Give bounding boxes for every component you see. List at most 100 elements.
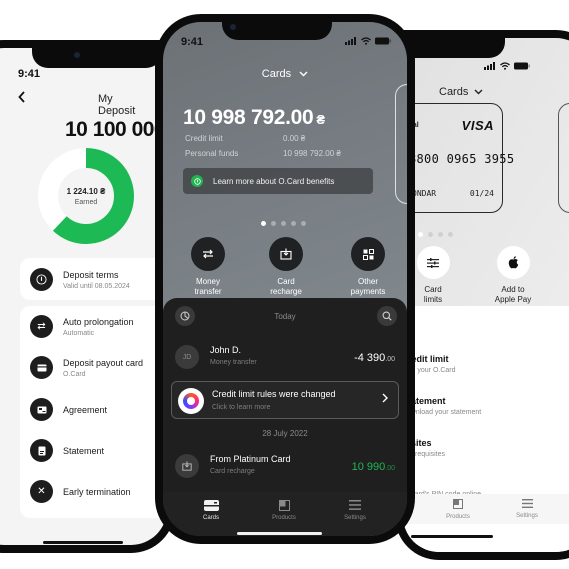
item-title: Auto prolongation — [63, 316, 134, 327]
brand-logo-icon — [178, 388, 204, 414]
item-title: Agreement — [63, 404, 108, 415]
transaction-subtitle: Money transfer — [210, 359, 257, 366]
battery-icon — [375, 37, 391, 45]
donut-center: 1 224.10 ₴ Earned — [36, 146, 136, 246]
tab-products[interactable]: Products — [254, 498, 314, 521]
action-label: Apple Pay — [494, 295, 532, 304]
info-icon — [191, 175, 203, 187]
status-time: 9:41 — [18, 68, 41, 80]
recharge-icon — [269, 237, 303, 271]
action-label: Other — [357, 277, 378, 286]
action-label: recharge — [270, 287, 302, 296]
list-item-payout-card[interactable]: Deposit payout card O.Card — [30, 356, 143, 379]
deposit-terms-card[interactable]: Deposit terms Valid until 08.05.2024 — [20, 258, 167, 300]
info-icon — [30, 268, 53, 291]
pager-dot[interactable] — [428, 232, 433, 237]
tab-bar: Cards Products Settings — [163, 492, 407, 536]
add-apple-pay-button[interactable]: Add to Apple Pay — [483, 246, 543, 305]
pager-dot[interactable] — [448, 232, 453, 237]
bank-card[interactable]: cal VISA 8800 0965 3955 ONDAR 01/24 — [403, 103, 514, 213]
money-transfer-button[interactable]: Money transfer — [173, 237, 243, 297]
tab-label: Settings — [344, 515, 366, 521]
transaction-title: John D. — [210, 345, 242, 355]
next-card-preview[interactable] — [558, 103, 569, 213]
currency-symbol: ₴ — [316, 112, 325, 127]
transaction-amount: 10 990.00 — [352, 461, 395, 473]
earned-label: Earned — [74, 198, 98, 206]
page-title: My Deposit — [98, 93, 136, 117]
chevron-down-icon — [474, 89, 483, 95]
balance-value: 10 998 792.00 — [183, 106, 314, 129]
pager-dot[interactable] — [438, 232, 443, 237]
action-label: Add to — [501, 285, 525, 294]
transaction-row[interactable]: From Platinum Card Card recharge 10 990.… — [175, 452, 395, 482]
back-button[interactable] — [18, 90, 26, 106]
home-indicator — [237, 532, 322, 535]
cards-title: Cards — [439, 86, 469, 98]
deposit-terms-row[interactable]: Deposit terms Valid until 08.05.2024 — [30, 268, 130, 291]
item-title: Early termination — [63, 486, 131, 497]
tab-label: Products — [272, 515, 296, 521]
phone-deposit: 9:41 My Deposit 10 100 000 1 224.10 ₴ Ea… — [0, 40, 175, 553]
search-icon — [382, 311, 392, 321]
card-number: 8800 0965 3955 — [409, 152, 515, 166]
home-indicator — [411, 535, 493, 538]
products-icon — [433, 499, 483, 512]
pager-dot[interactable] — [418, 232, 423, 237]
pager-dot[interactable] — [271, 221, 276, 226]
notch — [222, 14, 332, 40]
action-label: limits — [423, 295, 443, 304]
deposit-amount: 10 100 000 — [65, 118, 166, 141]
menu-icon — [502, 499, 552, 511]
list-item-auto-prolongation[interactable]: ⇄ Auto prolongation Automatic — [30, 315, 134, 338]
transaction-amount: -4 390.00 — [354, 352, 395, 364]
cards-dropdown[interactable]: Cards — [439, 86, 483, 98]
cards-screen: 9:41 Cards 10 998 792.00 ₴ Credit limit 0… — [163, 22, 407, 536]
recharge-icon — [175, 454, 199, 478]
notice-title: Credit limit rules were changed — [212, 389, 336, 399]
list-item-early-termination[interactable]: ✕ Early termination — [30, 480, 131, 503]
pager-dot[interactable] — [281, 221, 286, 226]
card-icon — [181, 498, 241, 512]
tab-label: Products — [446, 514, 470, 520]
phone-card-details: Cards cal VISA 8800 0965 3955 ONDAR 01/2… — [395, 30, 569, 560]
pager-dot[interactable] — [291, 221, 296, 226]
card-details-screen: Cards cal VISA 8800 0965 3955 ONDAR 01/2… — [403, 38, 569, 552]
benefits-banner[interactable]: Learn more about O.Card benefits — [183, 168, 373, 194]
pager-dot[interactable] — [261, 221, 266, 226]
transaction-row[interactable]: JD John D. Money transfer -4 390.00 — [175, 343, 395, 373]
battery-icon — [514, 62, 530, 70]
list-item-statement[interactable]: Statement — [30, 439, 104, 462]
list-item-agreement[interactable]: Agreement — [30, 398, 107, 421]
cards-dropdown[interactable]: Cards — [163, 68, 407, 80]
amount-dec: .00 — [385, 356, 395, 363]
banner-text: Learn more about O.Card benefits — [213, 176, 335, 186]
pager-dot[interactable] — [301, 221, 306, 226]
action-label: payments — [350, 287, 386, 296]
item-subtitle: Automatic — [63, 329, 95, 337]
credit-limit-label: Credit limit — [185, 134, 223, 143]
amount-int: 10 990 — [351, 461, 386, 473]
grid-icon — [351, 237, 385, 271]
tab-settings[interactable]: Settings — [325, 498, 385, 521]
transfer-icon — [191, 237, 225, 271]
tab-products[interactable]: Products — [433, 499, 483, 520]
tab-bar: Products Settings — [403, 494, 569, 524]
tab-settings[interactable]: Settings — [502, 499, 552, 519]
chevron-right-icon — [382, 392, 388, 406]
other-payments-button[interactable]: Other payments — [333, 237, 403, 297]
phone-cards: 9:41 Cards 10 998 792.00 ₴ Credit limit 0… — [155, 14, 415, 544]
credit-limit-notice[interactable]: Credit limit rules were changed Click to… — [171, 381, 399, 419]
status-bar-icons — [345, 37, 391, 45]
search-button[interactable] — [377, 306, 397, 326]
card-holder: ONDAR — [412, 189, 437, 198]
notice-subtitle: Click to learn more — [212, 404, 271, 411]
card-recharge-button[interactable]: Card recharge — [251, 237, 321, 297]
wifi-icon — [361, 37, 371, 45]
date-header: 28 July 2022 — [262, 429, 308, 438]
item-subtitle: O.Card — [63, 370, 86, 378]
next-card-preview[interactable] — [395, 84, 407, 204]
card-pager — [261, 221, 306, 226]
swap-icon: ⇄ — [30, 315, 53, 338]
tab-cards[interactable]: Cards — [181, 498, 241, 521]
